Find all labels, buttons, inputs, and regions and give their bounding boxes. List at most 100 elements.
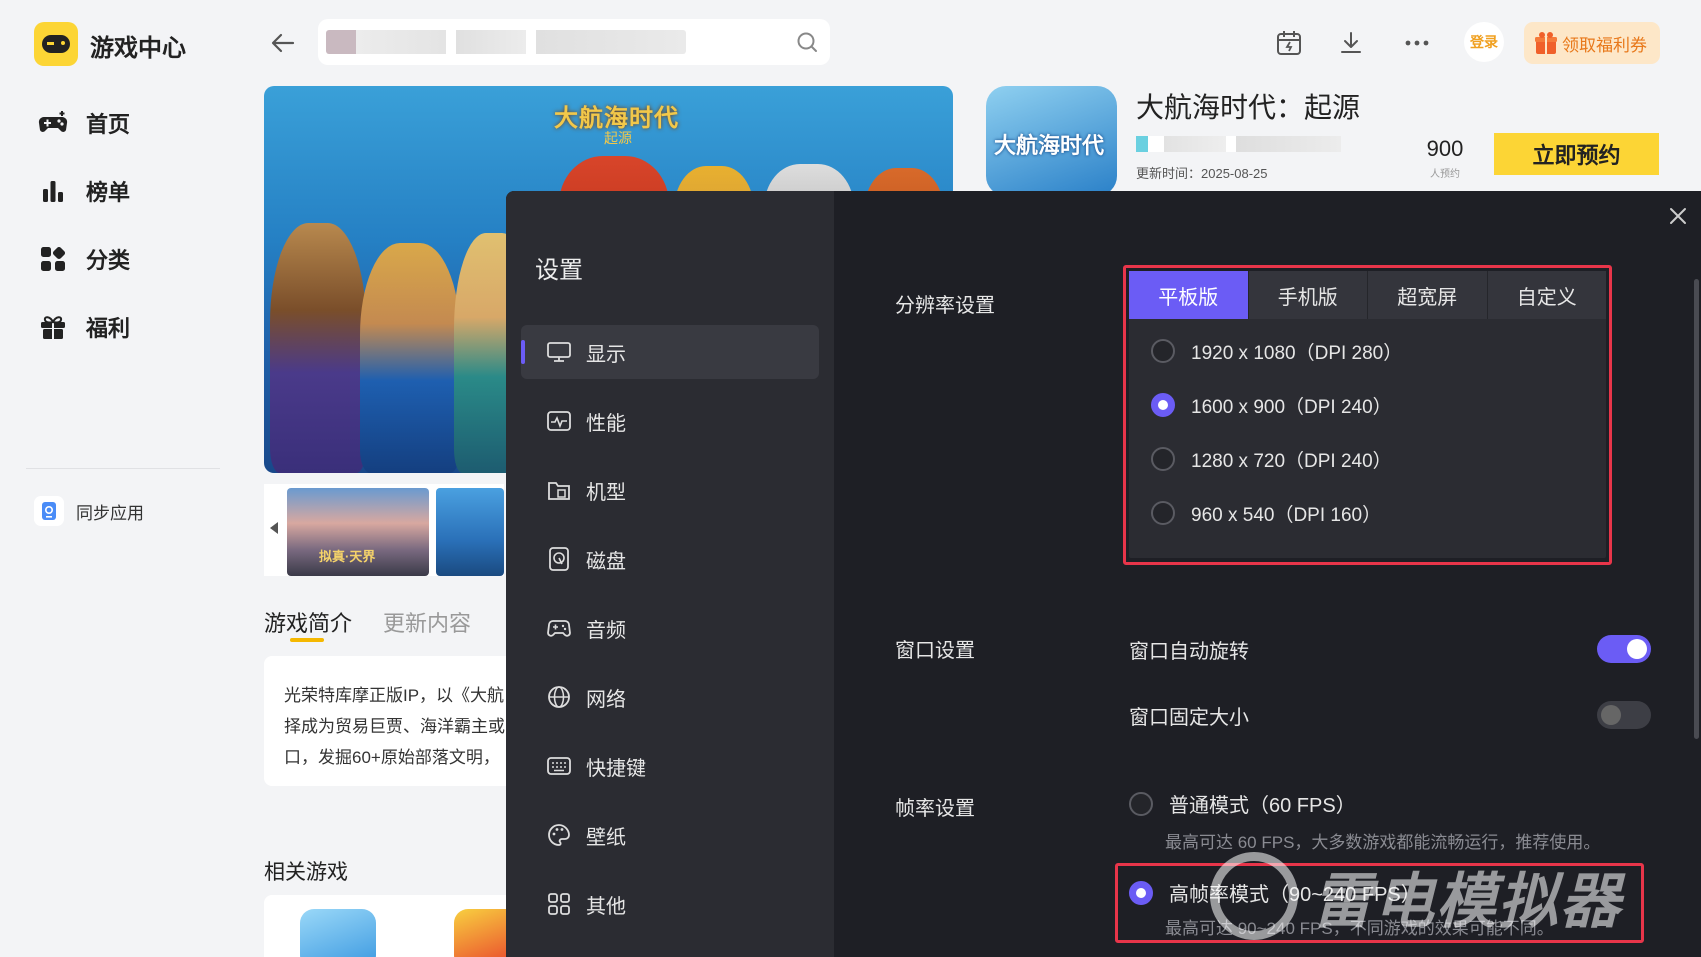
- radio-button[interactable]: [1151, 447, 1175, 471]
- globe-icon: [546, 684, 572, 710]
- screenshot-thumbnail[interactable]: [436, 488, 504, 576]
- tab-intro[interactable]: 游戏简介: [264, 606, 352, 638]
- tab-phone[interactable]: 手机版: [1248, 271, 1368, 319]
- reserve-button[interactable]: 立即预约: [1494, 133, 1659, 175]
- game-name: 大航海时代：起源: [1136, 92, 1361, 123]
- calendar-icon[interactable]: [1272, 26, 1306, 60]
- sync-app-button[interactable]: 同步应用: [34, 496, 144, 526]
- sync-app-label: 同步应用: [76, 503, 144, 523]
- settings-nav-label: 性能: [586, 412, 626, 435]
- reserve-unit: 人预约: [1430, 169, 1460, 180]
- fixed-size-label: 窗口固定大小: [1129, 706, 1249, 729]
- settings-nav-label: 音频: [586, 619, 626, 642]
- resolution-highlight-box: 平板版 手机版 超宽屏 自定义 1920 x 1080（DPI 280） 160…: [1123, 265, 1612, 565]
- resolution-option[interactable]: 1280 x 720（DPI 240）: [1151, 444, 1392, 474]
- settings-title: 设置: [535, 257, 583, 284]
- settings-nav-network[interactable]: 网络: [521, 670, 819, 724]
- related-games-list: [264, 895, 524, 957]
- radio-button[interactable]: [1151, 339, 1175, 363]
- tab-tablet[interactable]: 平板版: [1129, 271, 1249, 319]
- fixed-size-setting: 窗口固定大小: [1129, 698, 1651, 732]
- radio-button-selected[interactable]: [1129, 880, 1153, 905]
- related-games-title: 相关游戏: [264, 861, 348, 884]
- search-icon[interactable]: [796, 31, 818, 53]
- settings-nav-performance[interactable]: 性能: [521, 394, 819, 448]
- fps-normal-description: 最高可达 60 FPS，大多数游戏都能流畅运行，推荐使用。: [1165, 833, 1601, 852]
- resolution-option-label: 1280 x 720（DPI 240）: [1191, 450, 1392, 472]
- settings-nav-label: 机型: [586, 481, 626, 504]
- watermark-text: 雷电模拟器: [1312, 867, 1622, 935]
- settings-nav-wallpaper[interactable]: 壁纸: [521, 808, 819, 862]
- auto-rotate-toggle[interactable]: [1597, 635, 1651, 663]
- gamepad-icon: [546, 615, 572, 641]
- settings-nav-display[interactable]: 显示: [521, 325, 819, 379]
- settings-nav-label: 快捷键: [586, 757, 646, 780]
- nav-item-rank[interactable]: 榜单: [38, 171, 130, 211]
- settings-nav-label: 壁纸: [586, 826, 626, 849]
- fps-section-label: 帧率设置: [895, 798, 975, 820]
- tab-custom[interactable]: 自定义: [1487, 271, 1606, 319]
- fps-normal-label: 普通模式（60 FPS）: [1169, 795, 1356, 817]
- game-tags-blurred: [1136, 136, 1341, 152]
- nav-label: 分类: [86, 248, 131, 273]
- resolution-option[interactable]: 960 x 540（DPI 160）: [1151, 498, 1381, 528]
- settings-nav-audio[interactable]: 音频: [521, 601, 819, 655]
- nav-label: 榜单: [86, 180, 131, 205]
- download-icon[interactable]: [1334, 26, 1368, 60]
- related-game-icon[interactable]: [300, 909, 376, 957]
- performance-icon: [546, 408, 572, 434]
- coupon-button[interactable]: 领取福利券: [1524, 22, 1660, 64]
- screenshot-thumbnail[interactable]: 拟真·天界: [287, 488, 429, 576]
- folder-icon: [546, 477, 572, 503]
- radio-button[interactable]: [1151, 501, 1175, 525]
- window-section-label: 窗口设置: [895, 640, 975, 662]
- back-arrow-icon[interactable]: [268, 28, 298, 58]
- auto-rotate-setting: 窗口自动旋转: [1129, 632, 1651, 666]
- settings-nav-other[interactable]: 其他: [521, 877, 819, 931]
- tab-underline: [290, 638, 324, 642]
- search-input[interactable]: [318, 19, 830, 65]
- settings-nav-shortcuts[interactable]: 快捷键: [521, 739, 819, 793]
- tab-ultrawide[interactable]: 超宽屏: [1368, 271, 1488, 319]
- auto-rotate-label: 窗口自动旋转: [1129, 640, 1249, 663]
- bar-chart-icon: [38, 177, 68, 205]
- fixed-size-toggle[interactable]: [1597, 701, 1651, 729]
- palette-icon: [546, 822, 572, 848]
- tab-updates[interactable]: 更新内容: [383, 606, 471, 638]
- settings-nav-label: 显示: [586, 343, 626, 366]
- intro-line: 光荣特库摩正版IP，以《大航: [284, 686, 505, 705]
- prev-arrow-icon[interactable]: [270, 522, 278, 534]
- resolution-option[interactable]: 1920 x 1080（DPI 280）: [1151, 336, 1402, 366]
- scrollbar[interactable]: [1694, 279, 1699, 739]
- screenshot-strip: 拟真·天界: [264, 484, 504, 576]
- radio-button-selected[interactable]: [1151, 393, 1175, 417]
- intro-line: 择成为贸易巨贾、海洋霸主或: [284, 717, 505, 736]
- watermark-logo-icon: [1210, 852, 1298, 940]
- login-button[interactable]: 登录: [1464, 22, 1504, 62]
- app-title: 游戏中心: [90, 35, 186, 62]
- more-icon[interactable]: [1400, 26, 1434, 60]
- resolution-option-label: 960 x 540（DPI 160）: [1191, 504, 1382, 526]
- keyboard-icon: [546, 753, 572, 779]
- reserve-count: 900: [1426, 136, 1464, 161]
- fps-normal-option[interactable]: 普通模式（60 FPS）: [1129, 789, 1356, 818]
- watermark: 雷电模拟器: [1210, 852, 1622, 940]
- settings-nav-label: 磁盘: [586, 550, 626, 573]
- settings-nav-model[interactable]: 机型: [521, 463, 819, 517]
- gift-icon: [38, 313, 68, 341]
- banner-subtitle: 起源: [604, 130, 632, 146]
- disk-icon: [546, 546, 572, 572]
- resolution-panel: 平板版 手机版 超宽屏 自定义 1920 x 1080（DPI 280） 160…: [1129, 271, 1606, 558]
- close-icon[interactable]: [1665, 203, 1691, 229]
- sidebar-divider: [26, 468, 220, 469]
- settings-nav-disk[interactable]: 磁盘: [521, 532, 819, 586]
- nav-item-welfare[interactable]: 福利: [38, 307, 130, 347]
- resolution-option[interactable]: 1600 x 900（DPI 240）: [1151, 390, 1392, 420]
- gamepad-icon: [38, 109, 68, 137]
- game-icon-text: 大航海时代: [994, 133, 1105, 158]
- nav-item-home[interactable]: 首页: [38, 103, 130, 143]
- coupon-label: 领取福利券: [1562, 35, 1647, 55]
- nav-item-category[interactable]: 分类: [38, 239, 130, 279]
- radio-button[interactable]: [1129, 791, 1153, 816]
- search-value-blurred: [326, 30, 686, 54]
